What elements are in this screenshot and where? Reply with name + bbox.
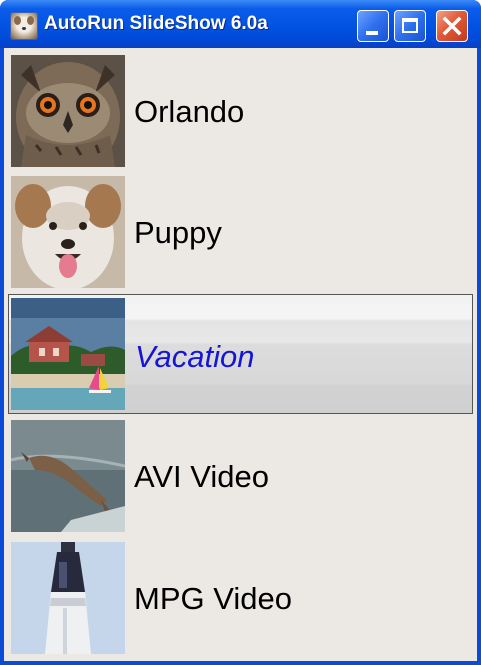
puppy-thumbnail bbox=[11, 176, 125, 288]
item-label: Puppy bbox=[134, 215, 222, 250]
window-title: AutoRun SlideShow 6.0a bbox=[44, 13, 268, 34]
dog-icon[interactable] bbox=[10, 12, 38, 40]
close-icon bbox=[442, 16, 462, 36]
list-item-orlando[interactable]: Orlando bbox=[8, 50, 473, 170]
beach-resort-thumbnail bbox=[11, 298, 125, 410]
item-label: MPG Video bbox=[134, 581, 292, 616]
title-bar[interactable]: AutoRun SlideShow 6.0a bbox=[0, 0, 481, 48]
item-label: Vacation bbox=[135, 339, 255, 374]
slide-list: Orlando Puppy Vacation AVI Video MPG Vid… bbox=[4, 48, 477, 661]
app-window: AutoRun SlideShow 6.0a Orlando Puppy Vac… bbox=[0, 0, 481, 665]
minimize-icon bbox=[366, 31, 378, 35]
rocket-thumbnail bbox=[11, 542, 125, 654]
list-item-vacation[interactable]: Vacation bbox=[8, 294, 473, 414]
list-item-avi-video[interactable]: AVI Video bbox=[8, 415, 473, 535]
leaping-dog-thumbnail bbox=[11, 420, 125, 532]
minimize-button[interactable] bbox=[357, 10, 389, 42]
item-label: Orlando bbox=[134, 94, 245, 129]
maximize-icon bbox=[402, 18, 418, 33]
list-item-puppy[interactable]: Puppy bbox=[8, 171, 473, 291]
list-item-mpg-video[interactable]: MPG Video bbox=[8, 537, 473, 657]
maximize-button[interactable] bbox=[394, 10, 426, 42]
item-label: AVI Video bbox=[134, 459, 270, 494]
owl-thumbnail bbox=[11, 55, 125, 167]
close-button[interactable] bbox=[436, 10, 468, 42]
